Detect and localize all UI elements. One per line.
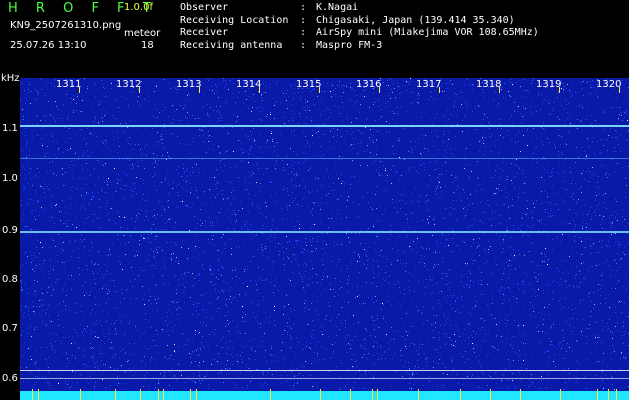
- info-key: Receiving antenna: [180, 39, 283, 51]
- filename-label: KN9_2507261310.png: [10, 20, 122, 31]
- meteor-count-label: meteor: [124, 28, 161, 39]
- version-label: 1.0.0f: [124, 2, 153, 13]
- info-sep: :: [300, 39, 307, 51]
- info-value: Chigasaki, Japan (139.414 35.340): [316, 14, 515, 26]
- low-frequency-band: [20, 391, 629, 400]
- info-row-receiver: Receiver: AirSpy mini (Miakejima VOR 108.…: [180, 27, 539, 40]
- y-tick-label: 0.7: [2, 323, 18, 334]
- info-row-antenna: Receiving antenna: Maspro FM-3: [180, 40, 539, 53]
- header-panel: H R O F F T 1.0.0f KN9_2507261310.png 25…: [0, 0, 629, 76]
- x-tick-label: 1315: [296, 79, 322, 90]
- y-axis-unit: kHz: [1, 73, 20, 84]
- info-value: K.Nagai: [316, 2, 359, 13]
- y-tick-label: 0.9: [2, 225, 18, 236]
- faint-trace: [20, 158, 629, 159]
- x-tick-label: 1316: [356, 79, 382, 90]
- y-tick-label: 0.6: [2, 373, 18, 384]
- info-key: Receiver: [180, 27, 229, 38]
- y-tick-label: 1.1: [2, 123, 18, 134]
- info-row-observer: Observer: K.Nagai: [180, 2, 539, 15]
- meteor-count-value: 18: [141, 40, 154, 51]
- carrier-trace-0.9khz: [20, 231, 629, 233]
- x-tick-label: 1318: [476, 79, 502, 90]
- x-tick-label: 1314: [236, 79, 262, 90]
- carrier-trace-1.1khz: [20, 125, 629, 127]
- info-row-location: Receiving Location: Chigasaki, Japan (139…: [180, 15, 539, 28]
- x-tick-label: 1313: [176, 79, 202, 90]
- timestamp-label: 25.07.26 13:10: [10, 40, 87, 51]
- x-tick-label: 1317: [416, 79, 442, 90]
- x-tick-label: 1311: [56, 79, 82, 90]
- info-key: Receiving Location: [180, 14, 289, 26]
- reference-line: [20, 370, 629, 371]
- info-sep: :: [300, 27, 307, 38]
- y-tick-label: 0.8: [2, 274, 18, 285]
- reference-line: [20, 378, 629, 379]
- info-sep: :: [300, 2, 307, 13]
- info-sep: :: [300, 14, 307, 26]
- x-tick-label: 1312: [116, 79, 142, 90]
- info-key: Observer: [180, 2, 229, 13]
- spectrogram-canvas: [20, 78, 629, 400]
- spectrogram-plot: [20, 78, 629, 400]
- info-value: Maspro FM-3: [316, 39, 383, 51]
- y-tick-label: 1.0: [2, 173, 18, 184]
- x-tick-label: 1320: [596, 79, 622, 90]
- info-value: AirSpy mini (Miakejima VOR 108.65MHz): [316, 27, 539, 38]
- x-tick-label: 1319: [536, 79, 562, 90]
- info-table: Observer: K.Nagai Receiving Location: Chig…: [180, 2, 539, 52]
